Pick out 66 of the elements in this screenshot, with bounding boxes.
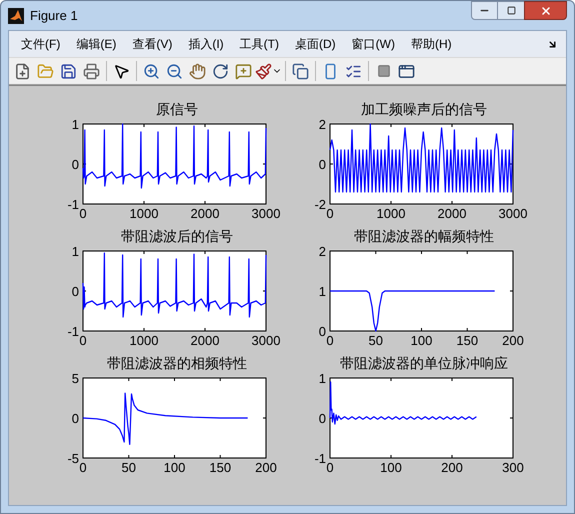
menu-item[interactable]: 插入(I) [180, 35, 232, 53]
tick-label: 150 [456, 333, 478, 348]
tick-label: 1 [72, 117, 79, 132]
tick-label: 2000 [438, 206, 466, 221]
tick-label: 200 [255, 460, 277, 475]
menu-item[interactable]: 编辑(E) [68, 35, 124, 53]
tick-label: -5 [67, 451, 79, 466]
maximize-icon [506, 6, 516, 15]
tick-label: 50 [122, 460, 136, 475]
tick-label: 0 [318, 324, 326, 339]
tick-label: 200 [502, 333, 524, 348]
tick-label: 2 [318, 117, 326, 132]
close-button[interactable] [524, 1, 567, 20]
tick-label: 0 [318, 411, 326, 426]
brush-icon [255, 62, 272, 80]
tick-label: 100 [380, 460, 402, 475]
tick-label: 1 [318, 284, 326, 299]
menu-item[interactable]: 工具(T) [232, 35, 287, 53]
tick-label: 0 [318, 157, 326, 172]
chart-title: 加工频噪声后的信号 [361, 100, 487, 118]
app-icon [8, 8, 24, 24]
tick-label: 100 [164, 460, 186, 475]
tick-label: 0 [72, 411, 79, 426]
tick-label: 0 [326, 333, 334, 348]
tick-label: 1000 [376, 206, 406, 221]
menu-item[interactable]: 桌面(D) [286, 35, 344, 53]
tick-label: 2 [318, 244, 326, 259]
tick-label: 1 [72, 244, 79, 259]
tick-label: 3000 [252, 206, 280, 221]
tick-label: -2 [314, 197, 326, 212]
tick-label: 300 [502, 460, 524, 475]
chart-title: 带阻滤波器的相频特性 [107, 354, 247, 372]
menu-item[interactable]: 查看(V) [124, 35, 180, 53]
tick-label: 150 [209, 460, 232, 475]
tick-label: 0 [79, 333, 87, 348]
tick-label: 0 [326, 206, 334, 221]
tick-label: -1 [67, 324, 79, 339]
menu-item[interactable]: 帮助(H) [402, 35, 460, 53]
tick-label: 0 [79, 206, 87, 221]
tick-label: 1000 [130, 206, 158, 221]
tick-label: 3000 [498, 206, 528, 221]
tick-label: 5 [72, 371, 79, 386]
tick-label: 0 [326, 460, 334, 475]
tick-label: 0 [72, 157, 79, 172]
tick-label: 50 [368, 333, 383, 348]
tick-label: 0 [79, 460, 87, 475]
chart-title: 带阻滤波器的幅频特性 [354, 227, 494, 245]
menu-item[interactable]: 文件(F) [13, 35, 68, 53]
tick-label: 1 [318, 371, 326, 386]
tick-label: 200 [441, 460, 463, 475]
tick-label: 2000 [190, 206, 220, 221]
close-icon [540, 4, 552, 16]
tick-label: 0 [72, 284, 79, 299]
maximize-button[interactable] [498, 1, 524, 20]
tick-label: 3000 [252, 333, 280, 348]
tick-label: 1000 [130, 333, 158, 348]
chart-title: 原信号 [156, 100, 198, 118]
tick-label: 100 [410, 333, 432, 348]
dock-arrow-icon[interactable] [547, 38, 558, 50]
tick-label: -1 [314, 451, 326, 466]
menu-item[interactable]: 窗口(W) [344, 35, 403, 53]
tick-label: 2000 [190, 333, 220, 348]
tick-label: -1 [67, 197, 79, 212]
chart-title: 带阻滤波器的单位脉冲响应 [340, 354, 508, 372]
window-title: Figure 1 [30, 6, 78, 25]
chart-title: 带阻滤波后的信号 [121, 227, 233, 245]
